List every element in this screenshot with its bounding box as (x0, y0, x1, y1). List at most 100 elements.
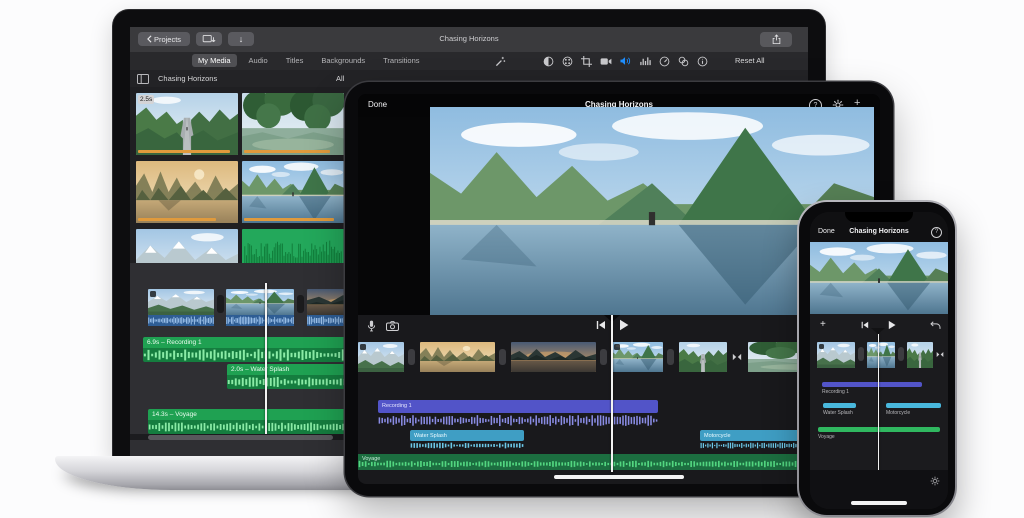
transition-slot[interactable] (408, 349, 415, 365)
timeline-clip[interactable] (420, 342, 495, 372)
transition-slot[interactable] (858, 347, 864, 361)
iphone-notch (845, 212, 913, 222)
timeline-scrollbar-thumb[interactable] (148, 435, 333, 440)
iphone-playhead[interactable] (878, 334, 879, 470)
color-balance-icon[interactable] (543, 56, 554, 67)
track-recording-1[interactable]: Recording 1 (378, 400, 658, 413)
duration-bar (138, 150, 230, 153)
clip-filter-icon[interactable] (678, 56, 689, 67)
timeline-clip[interactable] (358, 342, 404, 372)
tab-transitions[interactable]: Transitions (377, 54, 425, 67)
recording-waveform (378, 414, 658, 427)
karst-clip-thumbnail (136, 161, 238, 223)
transition-slot[interactable] (499, 349, 506, 365)
audio-clip-label: 14.3s – Voyage (152, 411, 197, 418)
media-thumbnail[interactable] (136, 161, 238, 223)
clip-type-badge (614, 344, 620, 350)
skip-to-start-icon[interactable] (861, 321, 869, 329)
audio-clip-label: 2.0s – Water Splash (231, 366, 289, 373)
stabilization-camera-icon[interactable] (600, 57, 612, 66)
media-thumbnail[interactable]: 2.5s (136, 93, 238, 155)
clip-type-badge (360, 344, 366, 350)
lake-clip-thumbnail (242, 161, 344, 223)
volume-speaker-icon[interactable] (620, 56, 631, 66)
noise-eq-icon[interactable] (640, 56, 651, 66)
add-media-icon[interactable]: + (820, 320, 826, 330)
transition-slot[interactable] (898, 347, 904, 361)
track-label: Recording 1 (382, 403, 412, 409)
audio-clip-label: 6.9s – Recording 1 (147, 339, 202, 346)
play-icon[interactable] (619, 319, 629, 331)
track-water-splash[interactable]: Water Splash (410, 430, 524, 441)
iphone-timeline: + (810, 314, 948, 470)
mountain-clip-thumbnail (136, 229, 238, 263)
water-splash-waveform (410, 441, 524, 450)
sidebar-toggle-icon[interactable] (137, 74, 149, 84)
media-thumbnail[interactable] (136, 229, 238, 263)
enhance-wand-icon[interactable] (495, 56, 506, 67)
transition-slot[interactable] (297, 295, 304, 313)
timeline-clip[interactable] (817, 342, 855, 368)
forest-clip-thumbnail (242, 93, 344, 155)
info-icon[interactable] (697, 56, 708, 67)
help-icon[interactable]: ? (931, 227, 942, 238)
undo-icon[interactable] (930, 321, 941, 330)
track-label: Water Splash (823, 410, 853, 416)
media-thumbnail[interactable] (242, 161, 344, 223)
share-button[interactable] (760, 32, 792, 47)
duration-bar (244, 150, 330, 153)
share-icon (772, 34, 781, 45)
transition-slot[interactable] (217, 295, 224, 313)
iphone-home-indicator[interactable] (851, 501, 907, 505)
mac-toolbar: Projects ↓ Chasing Horizons (130, 27, 808, 53)
tab-my-media[interactable]: My Media (192, 54, 237, 67)
track-label: Motorcycle (704, 433, 731, 439)
transition-slot[interactable] (667, 349, 674, 365)
tab-audio[interactable]: Audio (243, 54, 274, 67)
media-thumbnail[interactable] (242, 93, 344, 155)
video-preview[interactable] (810, 242, 948, 314)
clip-type-badge (819, 344, 824, 349)
audio-media-thumbnail[interactable] (242, 229, 344, 263)
clip-frame (226, 289, 294, 315)
speed-gauge-icon[interactable] (659, 56, 670, 67)
clip-duration-badge: 2.5s (138, 95, 154, 104)
timeline-clip[interactable] (867, 342, 895, 368)
clip-frame (148, 289, 214, 315)
tab-titles[interactable]: Titles (280, 54, 310, 67)
track-voyage[interactable] (818, 427, 940, 432)
track-motorcycle[interactable] (886, 403, 941, 408)
iphone-device: Done Chasing Horizons ? + (797, 200, 957, 517)
timeline-clip[interactable] (679, 342, 727, 372)
track-recording-1[interactable] (822, 382, 922, 387)
timeline-clip[interactable] (511, 342, 596, 372)
iphone-bottom-bar (810, 470, 948, 509)
mac-playhead[interactable] (265, 283, 267, 437)
play-icon[interactable] (888, 320, 896, 330)
tab-backgrounds[interactable]: Backgrounds (315, 54, 371, 67)
mac-window-title: Chasing Horizons (130, 35, 808, 43)
track-water-splash[interactable] (823, 403, 856, 408)
browser-filter-dropdown[interactable]: All (336, 75, 344, 83)
iphone-project-title: Chasing Horizons (810, 228, 948, 235)
ipad-home-indicator[interactable] (554, 475, 684, 479)
track-label: Motorcycle (886, 410, 910, 416)
ipad-playhead[interactable] (611, 315, 613, 472)
imovie-iphone-screen: Done Chasing Horizons ? + (810, 212, 948, 509)
transition-bowtie-icon[interactable] (936, 351, 944, 358)
color-correction-icon[interactable] (562, 56, 573, 67)
timeline-video-clip[interactable] (226, 289, 294, 315)
timeline-clip[interactable] (612, 342, 663, 372)
timeline-video-clip[interactable] (148, 289, 214, 315)
settings-gear-icon[interactable] (930, 476, 940, 486)
camera-icon[interactable] (386, 321, 399, 331)
transition-bowtie-icon[interactable] (732, 353, 742, 361)
voiceover-mic-icon[interactable] (367, 320, 376, 332)
transition-slot[interactable] (600, 349, 607, 365)
timeline-clip[interactable] (907, 342, 933, 368)
clip-type-badge (150, 291, 156, 297)
crop-icon[interactable] (581, 56, 592, 67)
audio-thumbnail-waveform (244, 237, 342, 263)
clip-audio-strip (226, 315, 294, 326)
reset-all-button[interactable]: Reset All (735, 57, 765, 65)
